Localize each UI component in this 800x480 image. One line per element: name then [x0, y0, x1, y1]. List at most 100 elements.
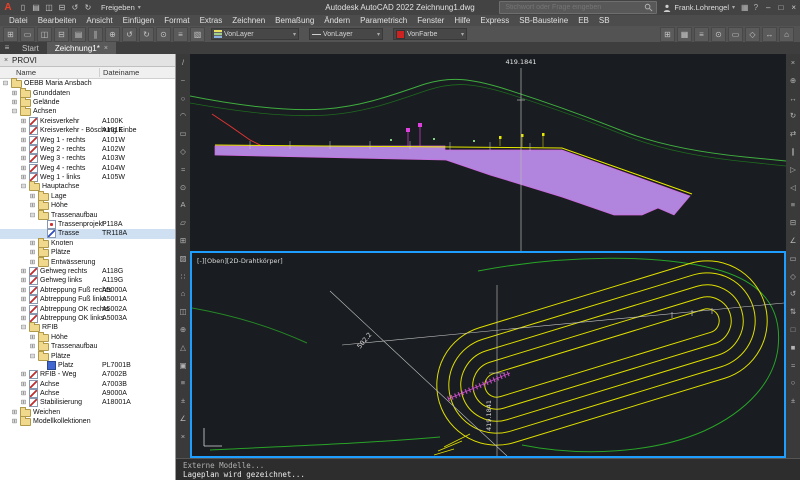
tree-expander[interactable]: ⊟ [29, 211, 36, 220]
toolbar-icon[interactable]: ⊞ [660, 27, 675, 42]
hamburger-icon[interactable]: ≡ [0, 42, 14, 54]
viewport-top[interactable]: 419.1841 [190, 54, 786, 251]
menu-item[interactable]: Ändern [319, 16, 355, 25]
modify-tool-icon[interactable]: ○ [791, 374, 796, 392]
command-line[interactable]: Externe Modelle... Lageplan wird gezeich… [176, 458, 800, 480]
menu-item[interactable]: Express [475, 16, 514, 25]
draw-tool-icon[interactable]: ⊙ [180, 179, 186, 197]
tree-row[interactable]: ⊞ Weg 1 - links A105W [0, 173, 175, 182]
tab-zeichnung1[interactable]: Zeichnung1* × [47, 42, 116, 54]
toolbar-icon[interactable]: ▦ [677, 27, 692, 42]
tree-row[interactable]: ⊟ Trassenaufbau [0, 210, 175, 219]
draw-tool-icon[interactable]: ◇ [180, 143, 186, 161]
modify-tool-icon[interactable]: ◇ [790, 268, 796, 286]
tree-expander[interactable]: ⊞ [29, 258, 36, 267]
tree-expander[interactable]: ⊞ [20, 164, 27, 173]
chevron-down-icon[interactable]: ▾ [461, 31, 464, 38]
modify-tool-icon[interactable]: ▭ [789, 250, 796, 268]
tree-row[interactable]: ⊞ Trassenaufbau [0, 342, 175, 351]
tree-expander[interactable]: ⊞ [20, 173, 27, 182]
tree-row[interactable]: ⊞ Höhe [0, 333, 175, 342]
search-icon[interactable] [644, 3, 653, 12]
tree-expander[interactable]: ⊞ [20, 295, 27, 304]
tree-expander[interactable]: ⊞ [29, 201, 36, 210]
tree-expander[interactable]: ⊞ [20, 126, 27, 135]
tree-row[interactable]: ⊞ Achse A7003B [0, 380, 175, 389]
tree-row[interactable]: ⊞ Lage [0, 192, 175, 201]
tree-row[interactable]: ⊞ Gelände [0, 98, 175, 107]
draw-tool-icon[interactable]: ▭ [179, 125, 186, 143]
tree-row[interactable]: ⊞ Gehweg links A119G [0, 276, 175, 285]
modify-tool-icon[interactable]: ≈ [791, 357, 795, 375]
chevron-down-icon[interactable]: ▾ [293, 31, 296, 38]
tree-row[interactable]: ⊞ Abtreppung Fuß rechts A5000A [0, 286, 175, 295]
menu-item[interactable]: Bearbeiten [33, 16, 82, 25]
toolbar-icon[interactable]: ◫ [37, 27, 52, 42]
menu-item[interactable]: Parametrisch [355, 16, 412, 25]
toolbar-icon[interactable]: ▭ [728, 27, 743, 42]
tree-expander[interactable]: ⊞ [20, 267, 27, 276]
tree-expander[interactable]: ⊟ [11, 107, 18, 116]
tree-row[interactable]: ⊞ Knoten [0, 239, 175, 248]
tree-row[interactable]: ⊞ RFIB - Weg A7002B [0, 370, 175, 379]
tree-row[interactable]: Trassenprojekt P118A [0, 220, 175, 229]
modify-tool-icon[interactable]: ↻ [790, 107, 796, 125]
column-header-name[interactable]: Name [0, 68, 100, 77]
minimize-button[interactable]: – [766, 1, 770, 15]
redo-icon[interactable]: ↻ [83, 1, 93, 15]
tree-row[interactable]: ⊞ Weg 3 - rechts A103W [0, 154, 175, 163]
menu-item[interactable]: Zeichnen [227, 16, 270, 25]
draw-tool-icon[interactable]: ~ [181, 72, 185, 90]
viewport-bottom[interactable]: [-][Oben][2D-Drahtkörper] 502.2 419.1841 [190, 251, 786, 458]
toolbar-icon[interactable]: ⊙ [156, 27, 171, 42]
tree-expander[interactable]: ⊞ [29, 248, 36, 257]
toolbar-icon[interactable]: ↻ [139, 27, 154, 42]
menu-item[interactable]: SB [594, 16, 615, 25]
tree-row[interactable]: ⊞ Stabilisierung A18001A [0, 398, 175, 407]
draw-tool-icon[interactable]: × [181, 428, 185, 446]
modify-tool-icon[interactable]: ∥ [791, 143, 795, 161]
close-button[interactable]: × [791, 1, 796, 15]
toolbar-icon[interactable]: ⌂ [779, 27, 794, 42]
tree-expander[interactable]: ⊞ [20, 286, 27, 295]
tree-row[interactable]: ⊞ Weg 2 - rechts A102W [0, 145, 175, 154]
menu-item[interactable]: Bemaßung [270, 16, 319, 25]
modify-tool-icon[interactable]: ± [791, 392, 795, 410]
search-box[interactable] [499, 1, 657, 14]
tree-row[interactable]: ⊞ Kreisverkehr - Böschung Einbe A101K [0, 126, 175, 135]
tree-row[interactable]: ⊞ Achse A9000A [0, 389, 175, 398]
tree-row[interactable]: ⊟ RFIB [0, 323, 175, 332]
close-icon[interactable]: × [0, 57, 12, 64]
chevron-down-icon[interactable]: ▾ [732, 4, 735, 11]
draw-tool-icon[interactable]: ▣ [179, 357, 186, 375]
modify-tool-icon[interactable]: ≡ [791, 196, 795, 214]
toolbar-icon[interactable]: ◇ [745, 27, 760, 42]
viewport-control-label[interactable]: [-][Oben][2D-Drahtkörper] [197, 257, 283, 265]
linetype-combo[interactable]: VonLayer ▾ [309, 28, 383, 40]
draw-tool-icon[interactable]: ± [181, 392, 185, 410]
draw-tool-icon[interactable]: / [182, 54, 184, 72]
column-header-dateiname[interactable]: Dateiname [100, 68, 175, 77]
draw-tool-icon[interactable]: A [180, 196, 185, 214]
tree-expander[interactable]: ⊞ [11, 417, 18, 426]
modify-tool-icon[interactable]: ⇅ [790, 303, 796, 321]
open-folder-icon[interactable]: ▤ [31, 1, 41, 15]
layer-combo[interactable]: VonLayer ▾ [211, 28, 299, 40]
modify-tool-icon[interactable]: ↺ [790, 285, 796, 303]
draw-tool-icon[interactable]: ⌂ [181, 285, 186, 303]
help-icon[interactable]: ? [754, 3, 758, 12]
tree-row[interactable]: ⊞ Grunddaten [0, 88, 175, 97]
modify-tool-icon[interactable]: ∠ [790, 232, 797, 250]
tree-row[interactable]: ⊟ Hauptachse [0, 182, 175, 191]
tree-row[interactable]: ⊟ Plätze [0, 351, 175, 360]
draw-tool-icon[interactable]: ▱ [180, 214, 186, 232]
tree-expander[interactable]: ⊞ [20, 305, 27, 314]
tree-row[interactable]: ⊞ Abtreppung OK links A5003A [0, 314, 175, 323]
tree-row[interactable]: ⊟ Achsen [0, 107, 175, 116]
tree-row[interactable]: ⊞ Entwässerung [0, 257, 175, 266]
tree-expander[interactable]: ⊞ [20, 136, 27, 145]
toolbar-icon[interactable]: ≡ [694, 27, 709, 42]
save-icon[interactable]: ◫ [44, 1, 54, 15]
modify-tool-icon[interactable]: ▷ [790, 161, 796, 179]
draw-tool-icon[interactable]: ⊕ [180, 321, 186, 339]
